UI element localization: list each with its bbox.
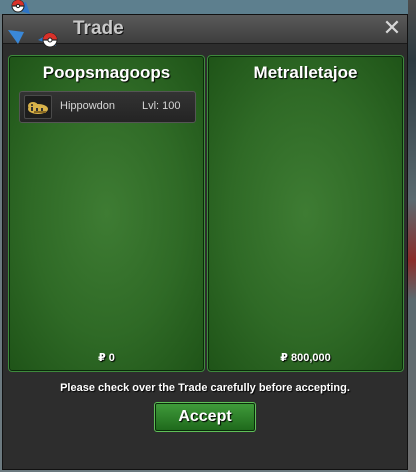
trade-notice: Please check over the Trade carefully be… [60, 382, 350, 394]
trader-name-right: Metralletajoe [253, 63, 358, 82]
trade-window: Trade ✕ Poopsmagoops Hippowdon Lvl: 100 … [2, 14, 408, 470]
item-name: Hippowdon [60, 100, 116, 112]
background-strip-right [408, 0, 416, 472]
accept-button[interactable]: Accept [154, 402, 256, 432]
item-level: Lvl: 100 [142, 100, 181, 112]
money-left: ₽ 0 [98, 352, 115, 364]
panel-right-trader: Metralletajoe ₽ 800,000 [207, 55, 404, 372]
trader-name-left: Poopsmagoops [42, 63, 171, 82]
hippowdon-sprite-icon [24, 95, 52, 119]
window-title: Trade [73, 18, 124, 39]
close-button[interactable]: ✕ [381, 16, 403, 40]
money-right: ₽ 800,000 [280, 352, 331, 364]
pokeball-logo-icon [8, 0, 58, 48]
panel-left-trader: Poopsmagoops Hippowdon Lvl: 100 ₽ 0 [8, 55, 205, 372]
trade-item-slot[interactable]: Hippowdon Lvl: 100 [19, 91, 196, 123]
